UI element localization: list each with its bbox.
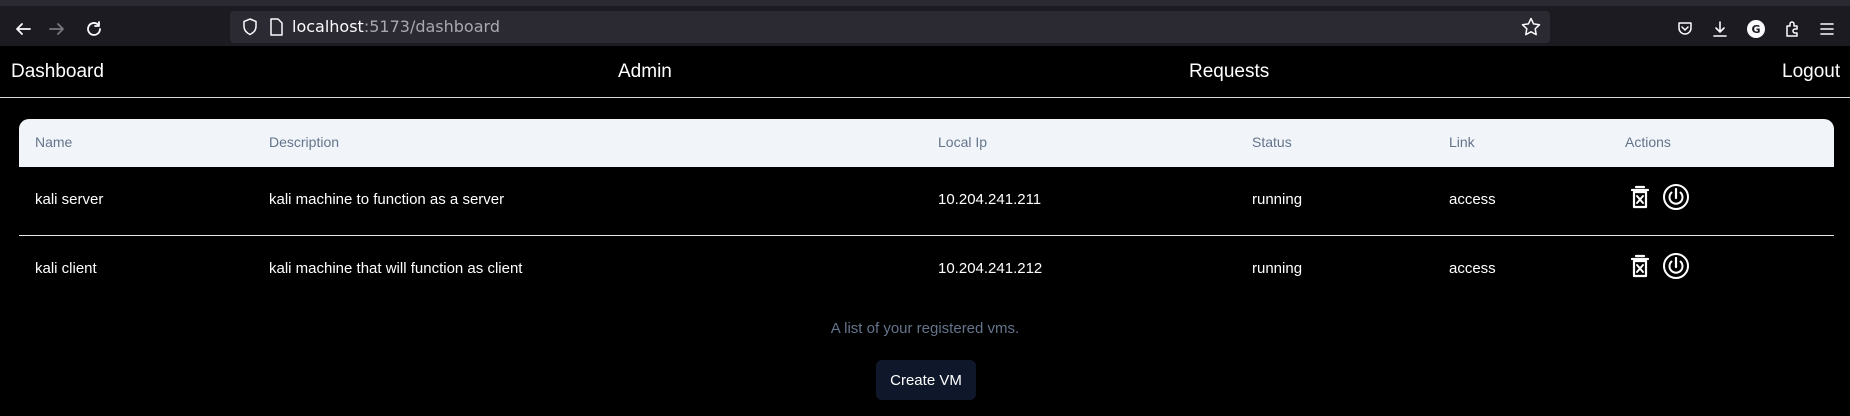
vm-table: Name Description Local Ip Status Link Ac… (19, 119, 1834, 305)
back-icon (16, 23, 31, 35)
url-text[interactable]: localhost:5173/dashboard (292, 16, 500, 38)
table-row: kali server kali machine to function as … (19, 167, 1834, 236)
reload-button[interactable] (79, 14, 109, 44)
cell-status: running (1252, 260, 1303, 277)
nav-logout[interactable]: Logout (1782, 60, 1840, 84)
row-actions (1625, 182, 1691, 212)
cell-local-ip: 10.204.241.211 (938, 191, 1042, 208)
nav-requests[interactable]: Requests (1189, 60, 1269, 84)
column-header-local-ip: Local Ip (938, 134, 988, 150)
cell-name: kali server (35, 191, 104, 208)
profile-button[interactable]: G (1745, 18, 1767, 40)
row-actions (1625, 251, 1691, 281)
delete-vm-button[interactable] (1625, 251, 1655, 281)
delete-vm-button[interactable] (1625, 182, 1655, 212)
star-icon[interactable] (1520, 16, 1542, 38)
column-header-description: Description (269, 134, 340, 150)
app-navbar: Dashboard Admin Requests Logout (0, 46, 1850, 98)
power-icon (1663, 184, 1689, 210)
shield-icon[interactable] (240, 17, 260, 37)
forward-button[interactable] (42, 14, 72, 44)
avatar: G (1747, 20, 1765, 38)
cell-name: kali client (35, 260, 97, 277)
pocket-icon (1678, 22, 1692, 35)
access-link[interactable]: access (1449, 260, 1496, 277)
power-button[interactable] (1661, 182, 1691, 212)
nav-admin[interactable]: Admin (618, 60, 672, 84)
pocket-button[interactable] (1674, 18, 1696, 40)
url-path: :5173/dashboard (363, 17, 500, 36)
trash-icon (1630, 254, 1650, 278)
access-link[interactable]: access (1449, 191, 1496, 208)
browser-toolbar: localhost:5173/dashboard G (0, 0, 1850, 46)
column-header-actions: Actions (1625, 134, 1671, 150)
trash-icon (1630, 185, 1650, 209)
forward-icon (49, 23, 64, 35)
power-button[interactable] (1661, 251, 1691, 281)
table-caption: A list of your registered vms. (830, 320, 1020, 337)
app-menu-button[interactable] (1816, 18, 1838, 40)
create-vm-button[interactable]: Create VM (876, 360, 976, 400)
cell-local-ip: 10.204.241.212 (938, 260, 1043, 277)
downloads-button[interactable] (1709, 18, 1731, 40)
url-host: localhost (292, 17, 364, 36)
cell-description: kali machine to function as a server (269, 191, 505, 208)
column-header-link: Link (1449, 134, 1475, 150)
page-icon[interactable] (266, 17, 286, 37)
back-button[interactable] (8, 14, 38, 44)
extensions-button[interactable] (1782, 18, 1804, 40)
nav-dashboard[interactable]: Dashboard (11, 60, 104, 84)
url-bar[interactable]: localhost:5173/dashboard (230, 11, 1550, 43)
table-row: kali client kali machine that will funct… (19, 236, 1834, 305)
table-header: Name Description Local Ip Status Link Ac… (19, 119, 1834, 167)
cell-description: kali machine that will function as clien… (269, 260, 523, 277)
cell-status: running (1252, 191, 1303, 208)
extensions-icon (1786, 21, 1798, 37)
column-header-status: Status (1252, 134, 1292, 150)
download-icon (1713, 21, 1727, 37)
power-icon (1663, 253, 1689, 279)
reload-icon (87, 21, 101, 36)
column-header-name: Name (35, 134, 73, 150)
menu-icon (1820, 23, 1834, 35)
